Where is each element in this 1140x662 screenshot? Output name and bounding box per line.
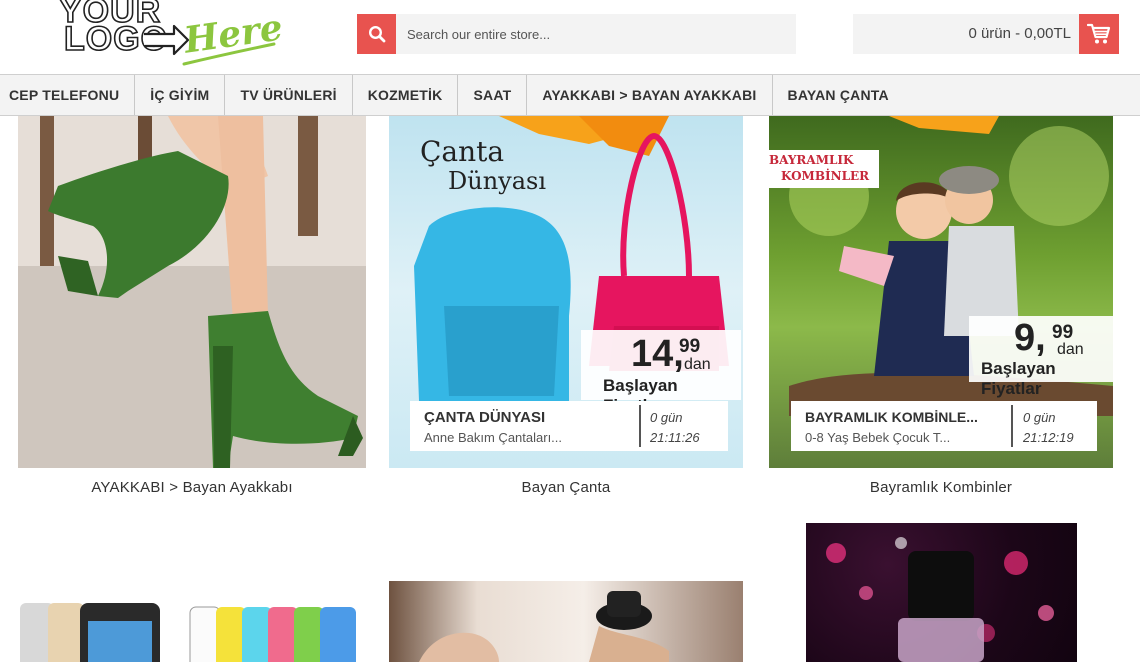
search-button[interactable] xyxy=(357,14,396,54)
promo-countdown-box: BAYRAMLIK KOMBİNLE... 0-8 Yaş Bebek Çocu… xyxy=(791,401,1097,451)
nav-item-kozmetik[interactable]: KOZMETİK xyxy=(353,75,459,115)
product-image-lingerie[interactable] xyxy=(389,581,743,662)
boots-illustration xyxy=(18,116,366,468)
promo-days: 0 gün xyxy=(1023,410,1056,425)
promo-countdown-box: ÇANTA DÜNYASI Anne Bakım Çantaları... 0 … xyxy=(410,401,728,451)
nav-item-saat[interactable]: SAAT xyxy=(458,75,528,115)
price-decimal: 99 xyxy=(679,336,701,357)
search-bar xyxy=(357,14,796,54)
cart-icon xyxy=(1087,23,1111,44)
banner-title-1: Çanta xyxy=(420,135,505,168)
price-main: 14, xyxy=(631,333,684,375)
nav-item-bayan-canta[interactable]: BAYAN ÇANTA xyxy=(773,75,904,115)
phones-illustration xyxy=(20,603,356,662)
product-image-boots[interactable] xyxy=(18,116,366,468)
nav-item-tv-urunleri[interactable]: TV ÜRÜNLERİ xyxy=(225,75,353,115)
price-dan: dan xyxy=(1057,341,1084,358)
promo-divider xyxy=(1011,405,1013,447)
cart-button[interactable] xyxy=(1079,14,1119,54)
promo-title: ÇANTA DÜNYASI xyxy=(424,409,546,426)
nav-item-ic-giyim[interactable]: İÇ GİYİM xyxy=(135,75,226,115)
product-caption[interactable]: AYAKKABI > Bayan Ayakkabı xyxy=(18,479,366,496)
product-image-phones[interactable] xyxy=(18,581,366,662)
main-nav: CEP TELEFONU İÇ GİYİM TV ÜRÜNLERİ KOZMET… xyxy=(0,74,1140,116)
promo-time: 21:12:19 xyxy=(1023,430,1074,445)
site-header: YOUR LOGO Here 0 ürün - 0,00TL xyxy=(0,0,1140,74)
product-caption[interactable]: Bayramlık Kombinler xyxy=(769,479,1113,496)
promo-subtitle: 0-8 Yaş Bebek Çocuk T... xyxy=(805,430,951,445)
price-badge: 9, 99 dan Başlayan Fiyatlar xyxy=(969,316,1113,398)
banner-tag: BAYRAMLIK KOMBİNLER xyxy=(769,150,879,188)
site-logo[interactable]: YOUR LOGO Here xyxy=(56,0,286,70)
promo-divider xyxy=(639,405,641,447)
lingerie-illustration xyxy=(419,591,669,662)
nav-item-cep-telefonu[interactable]: CEP TELEFONU xyxy=(0,75,136,115)
product-image-perfume[interactable] xyxy=(806,523,1077,662)
nav-item-bayan-ayakkabi[interactable]: AYAKKABI > BAYAN AYAKKABI xyxy=(527,75,773,115)
banner-tag-line2: KOMBİNLER xyxy=(781,169,870,183)
price-dan: dan xyxy=(684,356,711,373)
banner-tag-line1: BAYRAMLIK xyxy=(769,153,854,167)
promo-days: 0 gün xyxy=(650,410,683,425)
promo-time: 21:11:26 xyxy=(650,430,700,445)
product-image-bags[interactable]: Çanta Dünyası 14, 99 dan Başlayan Fiyatl… xyxy=(389,116,743,468)
price-badge: 14, 99 dan Başlayan Fiyatlar xyxy=(581,330,741,415)
cart-summary[interactable]: 0 ürün - 0,00TL xyxy=(968,14,1071,54)
product-image-kids[interactable]: BAYRAMLIK KOMBİNLER 9, 99 dan Başlayan F… xyxy=(769,116,1113,468)
promo-title: BAYRAMLIK KOMBİNLE... xyxy=(805,409,978,425)
search-icon xyxy=(368,25,385,43)
banner-title-2: Dünyası xyxy=(448,167,547,195)
price-main: 9, xyxy=(1014,317,1046,359)
product-caption[interactable]: Bayan Çanta xyxy=(389,479,743,496)
price-label: Başlayan Fiyatlar xyxy=(981,359,1056,398)
search-input[interactable] xyxy=(396,14,796,54)
promo-subtitle: Anne Bakım Çantaları... xyxy=(424,430,563,445)
perfume-illustration xyxy=(826,537,1054,662)
cart-widget[interactable]: 0 ürün - 0,00TL xyxy=(853,14,1119,54)
